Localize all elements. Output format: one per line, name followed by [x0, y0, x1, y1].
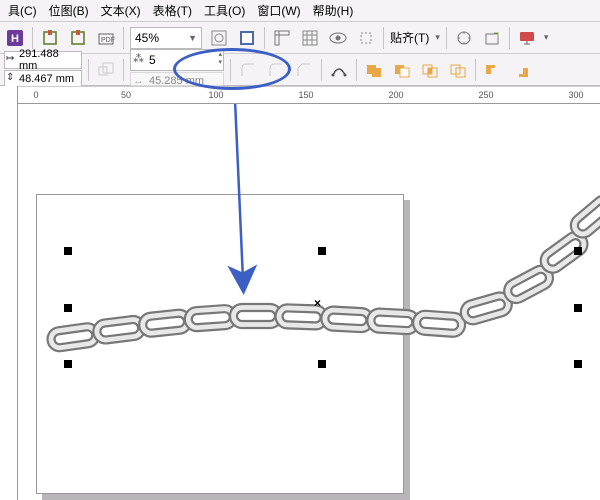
corner-round-icon: [237, 59, 259, 81]
separator: [123, 59, 124, 81]
separator: [88, 59, 89, 81]
x-position-input[interactable]: ↦ 291.488 mm: [4, 51, 82, 69]
selection-handle-mr[interactable]: [574, 304, 582, 312]
separator: [230, 59, 231, 81]
selection-handle-bm[interactable]: [318, 360, 326, 368]
copies-input[interactable]: ⁂ 5 ▴▾: [130, 49, 224, 71]
menu-bar: 具(C) 位图(B) 文本(X) 表格(T) 工具(O) 窗口(W) 帮助(H): [0, 0, 600, 22]
convert-curves-icon[interactable]: [328, 59, 350, 81]
separator: [356, 59, 357, 81]
ruler-tick: 150: [298, 90, 313, 100]
menu-tools2[interactable]: 工具(O): [198, 0, 251, 21]
intersect-icon[interactable]: [419, 59, 441, 81]
menu-tools[interactable]: 具(C): [2, 0, 43, 21]
import-icon[interactable]: [39, 27, 61, 49]
copies-icon: ⁂: [133, 52, 144, 65]
rulers-icon[interactable]: [271, 27, 293, 49]
y-axis-icon: ⇕: [6, 72, 14, 83]
simplify-icon[interactable]: [447, 59, 469, 81]
zoom-preset-icon[interactable]: [208, 27, 230, 49]
x-position-value: 291.488 mm: [19, 48, 78, 72]
vertical-ruler[interactable]: [0, 86, 18, 500]
separator: [475, 59, 476, 81]
separator: [32, 27, 33, 49]
separator: [321, 59, 322, 81]
launch-icon[interactable]: [481, 27, 503, 49]
menu-window[interactable]: 窗口(W): [251, 0, 306, 21]
options-icon[interactable]: [453, 27, 475, 49]
position-group: ↦ 291.488 mm ⇕ 48.467 mm: [4, 51, 82, 88]
publish-icon[interactable]: PDF: [95, 27, 117, 49]
ruler-tick: 50: [121, 90, 131, 100]
main-toolbar: H PDF 45% ▼ 贴齐(T) ▾ ▾: [0, 22, 600, 54]
corner-chamfer-icon: [293, 59, 315, 81]
corner-scallop-icon: [265, 59, 287, 81]
separator: [383, 27, 384, 49]
svg-text:PDF: PDF: [101, 37, 115, 44]
dropdown-icon: ▼: [188, 33, 197, 43]
weld-icon[interactable]: [363, 59, 385, 81]
zoom-level-input[interactable]: 45% ▼: [130, 27, 202, 49]
menu-bitmap[interactable]: 位图(B): [43, 0, 95, 21]
horizontal-ruler[interactable]: 0 50 100 150 200 250 300: [18, 86, 600, 104]
separator: [446, 27, 447, 49]
front-minus-back-icon[interactable]: [482, 59, 504, 81]
scale-icon: [95, 59, 117, 81]
ruler-tick: 200: [388, 90, 403, 100]
grid-icon[interactable]: [299, 27, 321, 49]
snap-label[interactable]: 贴齐(T): [390, 29, 429, 46]
chain-object[interactable]: [18, 104, 600, 500]
selection-handle-ml[interactable]: [64, 304, 72, 312]
ruler-tick: 300: [568, 90, 583, 100]
menu-table[interactable]: 表格(T): [147, 0, 198, 21]
selection-handle-tl[interactable]: [64, 247, 72, 255]
ruler-tick: 250: [478, 90, 493, 100]
property-bar: ↦ 291.488 mm ⇕ 48.467 mm ⁂ 5 ▴▾ ↔ 45.285…: [0, 54, 600, 86]
copies-value: 5: [149, 53, 156, 67]
ruler-tick: 100: [208, 90, 223, 100]
selection-center-icon: ×: [314, 296, 321, 310]
menu-help[interactable]: 帮助(H): [307, 0, 360, 21]
selection-handle-tr[interactable]: [574, 247, 582, 255]
workspace[interactable]: ×: [18, 104, 600, 500]
separator: [123, 27, 124, 49]
selection-handle-br[interactable]: [574, 360, 582, 368]
presentation-icon[interactable]: [516, 27, 538, 49]
export-icon[interactable]: [67, 27, 89, 49]
selection-handle-tm[interactable]: [318, 247, 326, 255]
trim-icon[interactable]: [391, 59, 413, 81]
ruler-tick: 0: [33, 90, 38, 100]
dropdown-icon: ▾: [435, 32, 440, 43]
y-position-value: 48.467 mm: [19, 73, 74, 85]
back-minus-front-icon[interactable]: [510, 59, 532, 81]
guides-icon[interactable]: [355, 27, 377, 49]
separator: [264, 27, 265, 49]
canvas-area: 0 50 100 150 200 250 300: [0, 86, 600, 500]
x-axis-icon: ↦: [6, 53, 14, 64]
fullscreen-icon[interactable]: [236, 27, 258, 49]
menu-text[interactable]: 文本(X): [95, 0, 147, 21]
separator: [509, 27, 510, 49]
selection-handle-bl[interactable]: [64, 360, 72, 368]
svg-text:H: H: [11, 33, 19, 45]
app-logo-icon: H: [4, 27, 26, 49]
zoom-value: 45%: [135, 31, 159, 45]
spinner-icon[interactable]: ▴▾: [218, 51, 222, 67]
dropdown-icon: ▾: [544, 32, 549, 43]
preview-icon[interactable]: [327, 27, 349, 49]
